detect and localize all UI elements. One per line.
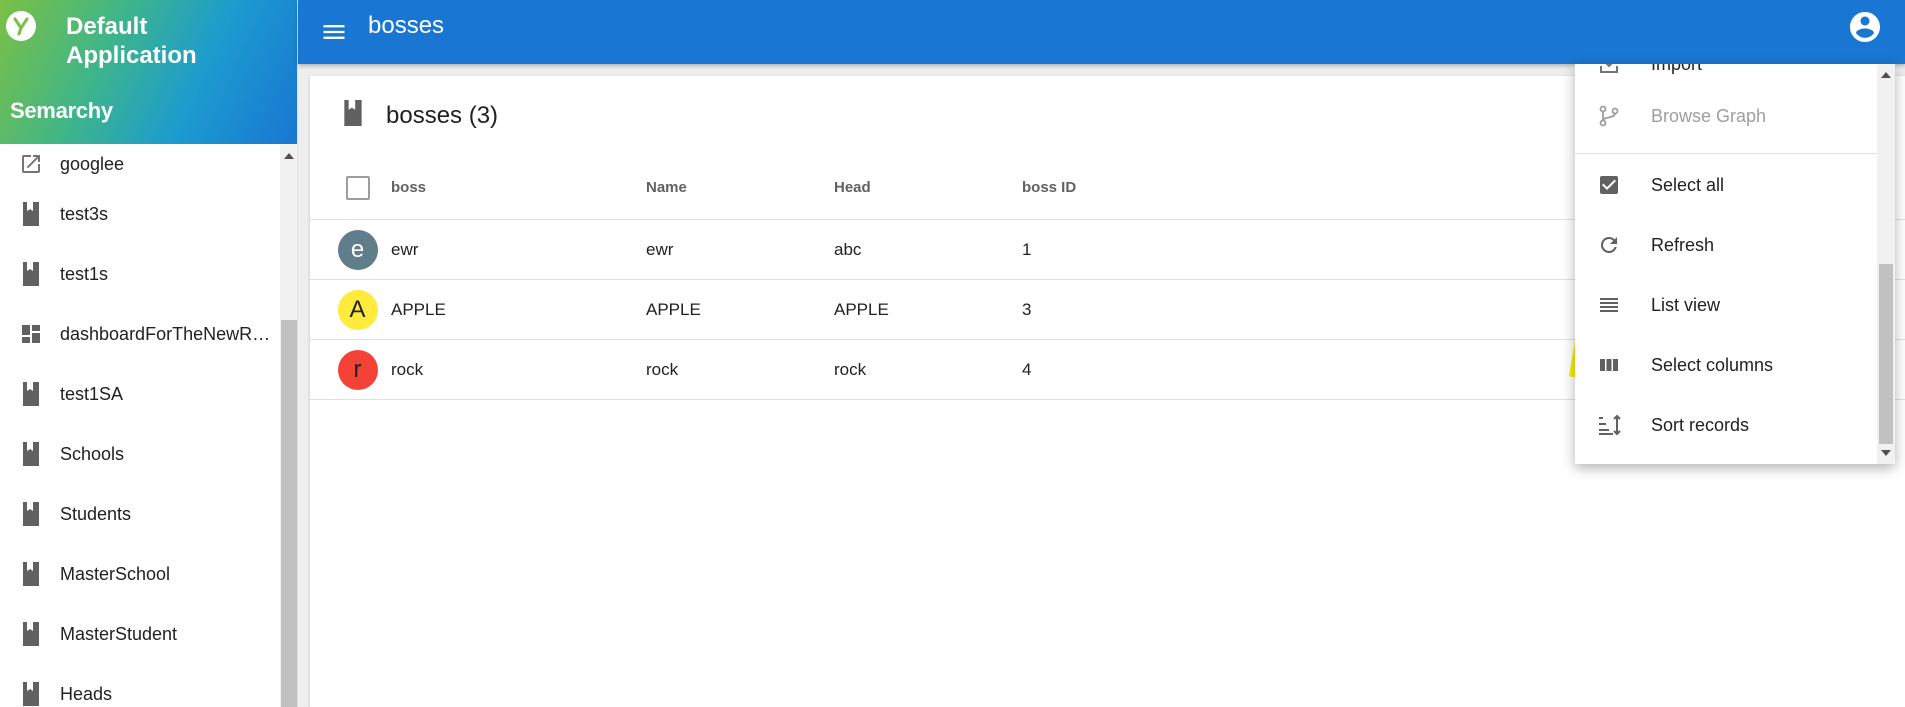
menu-item-label: Import <box>1651 64 1702 75</box>
sidebar-item-label: Students <box>60 503 132 524</box>
book-icon <box>0 562 60 586</box>
sidebar-scrollbar[interactable] <box>280 144 297 707</box>
page-title: bosses <box>368 12 445 39</box>
select-all-checkbox[interactable] <box>345 175 370 200</box>
graph-icon <box>1575 104 1651 128</box>
book-icon <box>0 622 60 646</box>
cell-head: abc <box>834 239 862 259</box>
sidebar-scroll-thumb[interactable] <box>281 320 297 707</box>
columns-icon <box>1575 353 1651 377</box>
sidebar-item-test3s[interactable]: test3s <box>0 184 280 244</box>
cell-name: APPLE <box>646 299 701 319</box>
sidebar-item-label: Heads <box>60 683 113 704</box>
sidebar-item-label: MasterSchool <box>60 563 171 584</box>
sidebar-item-dashboard[interactable]: dashboardForTheNewRev... <box>0 304 280 364</box>
cell-boss: rock <box>391 359 424 379</box>
menu-scrollbar[interactable] <box>1877 64 1895 464</box>
menu-item-browse-graph[interactable]: Browse Graph <box>1575 86 1877 146</box>
sidebar-item-label: test1SA <box>60 383 124 404</box>
sidebar-item-students[interactable]: Students <box>0 484 280 544</box>
menu-item-label: Sort records <box>1651 414 1750 435</box>
scroll-down-arrow-icon[interactable] <box>1881 450 1891 456</box>
column-header-boss-id[interactable]: boss ID <box>1022 179 1172 196</box>
book-icon <box>342 100 364 131</box>
cell-boss-id: 1 <box>1022 239 1032 259</box>
sidebar-item-test1s[interactable]: test1s <box>0 244 280 304</box>
checkbox-checked-icon <box>1575 173 1651 197</box>
sidebar-nav: googlee test3s test1s dashboardForTheNew… <box>0 144 280 707</box>
card-header: bosses (3) <box>342 100 498 131</box>
sidebar-item-label: test1s <box>60 263 109 284</box>
menu-item-select-columns[interactable]: Select columns <box>1575 335 1877 395</box>
list-view-icon <box>1575 293 1651 317</box>
cell-boss: ewr <box>391 239 419 259</box>
avatar: A <box>337 289 378 330</box>
hamburger-menu-icon[interactable] <box>320 18 348 46</box>
sidebar-item-label: dashboardForTheNewRev... <box>60 323 278 344</box>
card-title: bosses (3) <box>386 101 499 129</box>
brand-name: Semarchy <box>10 98 113 123</box>
sidebar-item-label: Schools <box>60 443 125 464</box>
book-icon <box>0 442 60 466</box>
top-app-bar: bosses <box>298 0 1905 64</box>
cell-name: ewr <box>646 239 674 259</box>
cell-boss-id: 3 <box>1022 299 1032 319</box>
cell-name: rock <box>646 359 679 379</box>
book-icon <box>0 502 60 526</box>
book-icon <box>0 382 60 406</box>
sidebar-item-label: MasterStudent <box>60 623 178 644</box>
cell-head: APPLE <box>834 299 889 319</box>
sidebar-item-test1sa[interactable]: test1SA <box>0 364 280 424</box>
column-header-head[interactable]: Head <box>834 179 1022 196</box>
cell-boss: APPLE <box>391 299 446 319</box>
avatar: e <box>337 229 378 270</box>
column-header-boss[interactable]: boss <box>391 179 646 196</box>
sidebar-header: Default Application Semarchy <box>0 0 297 144</box>
refresh-icon <box>1575 233 1651 257</box>
book-icon <box>0 682 60 706</box>
dashboard-icon <box>0 322 60 346</box>
scroll-up-arrow-icon[interactable] <box>1881 72 1891 78</box>
sidebar-item-googlee[interactable]: googlee <box>0 144 280 184</box>
menu-item-sort-records[interactable]: Sort records <box>1575 395 1877 455</box>
menu-item-refresh[interactable]: Refresh <box>1575 215 1877 275</box>
sidebar-item-masterschool[interactable]: MasterSchool <box>0 544 280 604</box>
menu-item-label: Select all <box>1651 174 1725 195</box>
book-icon <box>0 202 60 226</box>
sort-icon <box>1575 413 1651 437</box>
menu-scroll-thumb[interactable] <box>1879 264 1893 444</box>
avatar: r <box>337 349 378 390</box>
menu-item-select-all[interactable]: Select all <box>1575 155 1877 215</box>
sidebar-item-masterstudent[interactable]: MasterStudent <box>0 604 280 664</box>
menu-item-label: List view <box>1651 294 1721 315</box>
actions-menu: Import Browse Graph Select all Refresh L… <box>1575 64 1895 464</box>
cell-head: rock <box>834 359 867 379</box>
scroll-up-arrow-icon[interactable] <box>284 153 294 159</box>
open-in-new-icon <box>0 152 60 176</box>
menu-divider <box>1575 153 1877 154</box>
import-icon <box>1575 64 1651 76</box>
menu-item-label: Select columns <box>1651 354 1774 375</box>
menu-item-label: Browse Graph <box>1651 105 1767 126</box>
menu-item-list-view[interactable]: List view <box>1575 275 1877 335</box>
menu-item-label: Refresh <box>1651 234 1715 255</box>
cell-boss-id: 4 <box>1022 359 1032 379</box>
app-title: Default Application <box>66 13 197 69</box>
sidebar-item-label: test3s <box>60 203 109 224</box>
sidebar: Default Application Semarchy googlee tes… <box>0 0 298 707</box>
account-circle-icon[interactable] <box>1847 9 1883 45</box>
book-icon <box>0 262 60 286</box>
column-header-name[interactable]: Name <box>646 179 834 196</box>
sidebar-item-schools[interactable]: Schools <box>0 424 280 484</box>
sidebar-item-heads[interactable]: Heads <box>0 664 280 707</box>
sidebar-item-label: googlee <box>60 153 125 174</box>
semarchy-logo-icon <box>6 11 36 41</box>
